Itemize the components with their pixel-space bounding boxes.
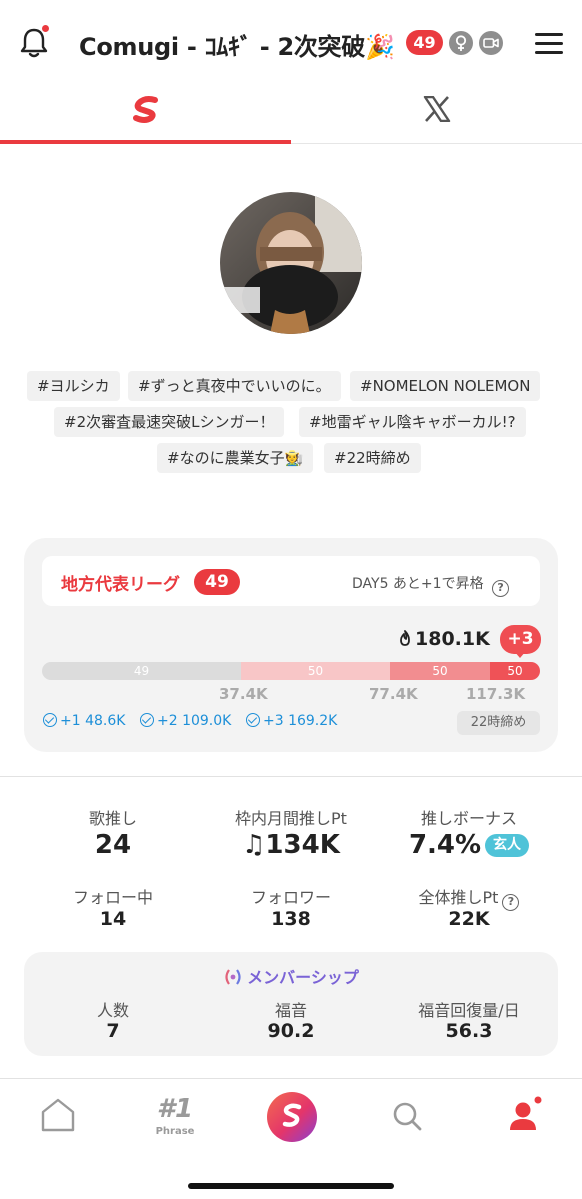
goal-text: +3 169.2K [263, 713, 338, 729]
league-bar-segment: 50 [490, 662, 540, 680]
tag-chip[interactable]: #ヨルシカ [27, 371, 120, 401]
membership-value: 56.3 [445, 1020, 493, 1042]
rank-badge: 49 [406, 30, 443, 55]
laurel-icon [225, 969, 241, 985]
bonus-stat[interactable]: 7.4% 玄人 [372, 830, 566, 860]
nav-phrase[interactable]: #1 Phrase [145, 1090, 205, 1146]
league-bar-segment: 49 [42, 662, 241, 680]
phrase-rank: #1 [156, 1094, 194, 1124]
video-icon [479, 31, 503, 55]
stat-value: 7.4% [408, 830, 482, 860]
tab-x[interactable] [291, 86, 582, 144]
nav-center[interactable] [262, 1088, 322, 1144]
stat-label: 全体推しPt [418, 888, 499, 907]
nav-home[interactable] [28, 1090, 88, 1146]
flame-icon [400, 630, 410, 646]
deadline-badge: 22時締め [457, 711, 540, 735]
stat-value[interactable]: ♫134K [194, 830, 388, 860]
stat-value[interactable]: 138 [194, 908, 388, 930]
s-logo-icon [267, 1092, 317, 1142]
page-title: Comugi - ｺﾑｷﾞ - 2次突破🎉 [79, 33, 395, 61]
tab-sounds[interactable] [0, 86, 291, 144]
stat-label: 枠内月間推しPt [235, 809, 347, 828]
stat-label: 歌推し [88, 809, 137, 828]
stat-label: 推しボーナス [420, 809, 517, 828]
venus-icon [449, 31, 473, 55]
membership-title: メンバーシップ [0, 964, 582, 988]
score-value: 180.1K [415, 628, 490, 650]
threshold-label: 77.4K [369, 685, 418, 703]
profile-icon [510, 1096, 542, 1130]
promotion-badge: +3 [500, 625, 541, 654]
stat-label: フォロー中 [72, 888, 153, 907]
avatar[interactable] [220, 192, 362, 334]
total-pt-label: 全体推しPt? [372, 884, 566, 911]
tag-chip[interactable]: #地雷ギャル陰キャボーカル!? [299, 407, 526, 437]
stat-label: フォロワー [250, 888, 331, 907]
promotion-badge-tail [514, 651, 526, 658]
membership-value: 7 [106, 1020, 120, 1042]
membership-label: 人数 [96, 1001, 129, 1020]
section-divider [0, 776, 582, 777]
home-icon [41, 1098, 75, 1132]
membership-title-text: メンバーシップ [247, 968, 359, 987]
league-bar-segment: 50 [390, 662, 490, 680]
goal-item: +1 48.6K [43, 713, 125, 729]
phrase-label: Phrase [155, 1126, 195, 1137]
search-icon [393, 1102, 422, 1131]
membership-label: 福音 [274, 1001, 307, 1020]
check-circle-icon [43, 713, 57, 727]
menu-icon[interactable] [535, 31, 563, 55]
nav-search[interactable] [377, 1090, 437, 1146]
league-title: 地方代表リーグ [61, 575, 180, 595]
goal-text: +2 109.0K [157, 713, 232, 729]
league-rank-badge: 49 [194, 569, 240, 595]
check-circle-icon [140, 713, 154, 727]
stat-value[interactable]: 14 [16, 908, 210, 930]
help-icon[interactable]: ? [492, 580, 510, 597]
tag-chip[interactable]: #NOMELON NOLEMON [350, 371, 541, 401]
tag-chip[interactable]: #なのに農業女子🧑‍🌾 [157, 443, 314, 473]
tag-chip[interactable]: #2次審査最速突破Lシンガー！ [54, 407, 285, 437]
goal-item: +3 169.2K [246, 713, 337, 729]
header: Comugi - ｺﾑｷﾞ - 2次突破🎉 49 [0, 0, 582, 86]
check-circle-icon [246, 713, 260, 727]
nav-divider [0, 1078, 582, 1079]
day-info-text: DAY5 あと+1で昇格 [352, 576, 484, 592]
current-score: 180.1K [398, 628, 490, 650]
membership-label: 福音回復量/日 [418, 1001, 520, 1020]
threshold-label: 37.4K [219, 685, 268, 703]
s-logo-icon [133, 96, 158, 123]
goal-item: +2 109.0K [140, 713, 231, 729]
league-bar-segment: 50 [241, 662, 390, 680]
stat-value[interactable]: 24 [16, 830, 210, 860]
tag-chip[interactable]: #ずっと真夜中でいいのに。 [128, 371, 341, 401]
rank-tag: 玄人 [485, 834, 530, 857]
goal-text: +1 48.6K [60, 713, 126, 729]
x-logo-icon [423, 96, 451, 122]
tag-chip[interactable]: #22時締め [324, 443, 421, 473]
home-indicator [188, 1183, 394, 1189]
notification-dot [42, 25, 49, 32]
threshold-label: 117.3K [466, 685, 526, 703]
stat-value[interactable]: 22K [372, 908, 566, 930]
nav-profile[interactable] [494, 1090, 554, 1146]
league-progress-bar: 49 50 50 50 [42, 662, 540, 680]
membership-value: 90.2 [267, 1020, 315, 1042]
league-day-info: DAY5 あと+1で昇格 ? [352, 573, 510, 597]
active-tab-indicator [0, 140, 291, 144]
